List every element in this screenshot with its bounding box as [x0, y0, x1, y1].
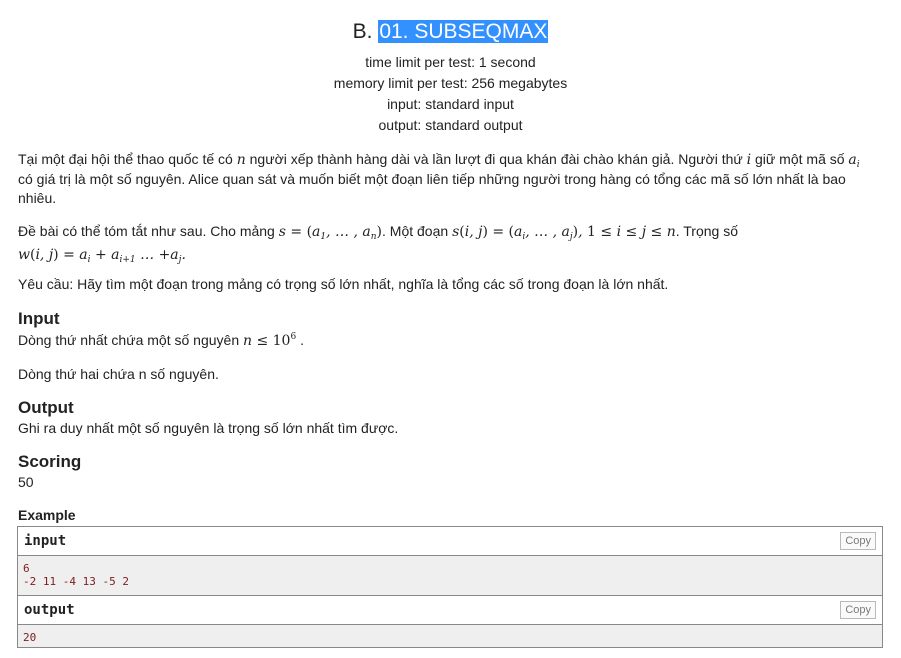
- memory-limit: memory limit per test: 256 megabytes: [333, 75, 568, 91]
- math-n: n: [236, 152, 246, 168]
- output-section-title: Output: [18, 398, 74, 417]
- math-array-definition: s = (a1, … , an): [278, 224, 383, 242]
- statement-text: Đề bài có thể tóm tắt như sau. Cho mảng: [18, 223, 279, 239]
- time-limit: time limit per test: 1 second: [365, 54, 536, 70]
- copy-input-button[interactable]: Copy: [840, 532, 876, 550]
- statement-text: giữ một mã số: [751, 151, 849, 167]
- input-line-1: Dòng thứ nhất chứa một số nguyên n ≤ 106…: [18, 331, 304, 350]
- math-n-bound: n ≤ 106: [243, 332, 297, 350]
- example-output-header: output Copy: [18, 596, 882, 625]
- example-input-label: input: [24, 533, 67, 549]
- scoring-section-title: Scoring: [18, 452, 82, 471]
- statement-paragraph-1: Tại một đại hội thể thao quốc tế có n ng…: [18, 150, 870, 208]
- output-spec: output: standard output: [378, 117, 523, 133]
- input-text: .: [300, 332, 304, 348]
- example-output-box: output Copy 20: [17, 595, 883, 648]
- math-weight-definition: w(i, j) = ai + ai+1 … +aj.: [18, 247, 186, 265]
- statement-text: . Một đoạn: [382, 223, 453, 239]
- input-section-title: Input: [18, 309, 60, 328]
- problem-name-selected[interactable]: 01. SUBSEQMAX: [378, 20, 549, 43]
- statement-paragraph-3: Yêu cầu: Hãy tìm một đoạn trong mảng có …: [18, 276, 669, 292]
- statement-paragraph-2: Đề bài có thể tóm tắt như sau. Cho mảng …: [18, 220, 870, 266]
- scoring-value: 50: [18, 474, 34, 490]
- example-input-data[interactable]: 6 -2 11 -4 13 -5 2: [18, 556, 882, 592]
- output-text: Ghi ra duy nhất một số nguyên là trọng s…: [18, 420, 399, 436]
- statement-text: người xếp thành hàng dài và lần lượt đi …: [245, 151, 747, 167]
- problem-title: B. 01. SUBSEQMAX: [0, 19, 901, 45]
- copy-output-button[interactable]: Copy: [840, 601, 876, 619]
- problem-letter: B.: [352, 20, 373, 43]
- math-segment-definition: s(i, j) = (ai, … , aj), 1 ≤ i ≤ j ≤ n: [452, 224, 676, 242]
- example-input-header: input Copy: [18, 527, 882, 556]
- statement-text: . Trọng số: [675, 223, 738, 239]
- example-title: Example: [18, 507, 76, 523]
- input-text: Dòng thứ nhất chứa một số nguyên: [18, 332, 243, 348]
- math-ai: ai: [848, 152, 860, 170]
- example-input-box: input Copy 6 -2 11 -4 13 -5 2: [17, 526, 883, 596]
- example-output-data[interactable]: 20: [18, 625, 882, 648]
- input-line-2: Dòng thứ hai chứa n số nguyên.: [18, 366, 219, 382]
- statement-text: Tại một đại hội thể thao quốc tế có: [18, 151, 237, 167]
- input-spec: input: standard input: [387, 96, 514, 112]
- example-output-label: output: [24, 602, 75, 618]
- statement-text: có giá trị là một số nguyên. Alice quan …: [18, 171, 846, 206]
